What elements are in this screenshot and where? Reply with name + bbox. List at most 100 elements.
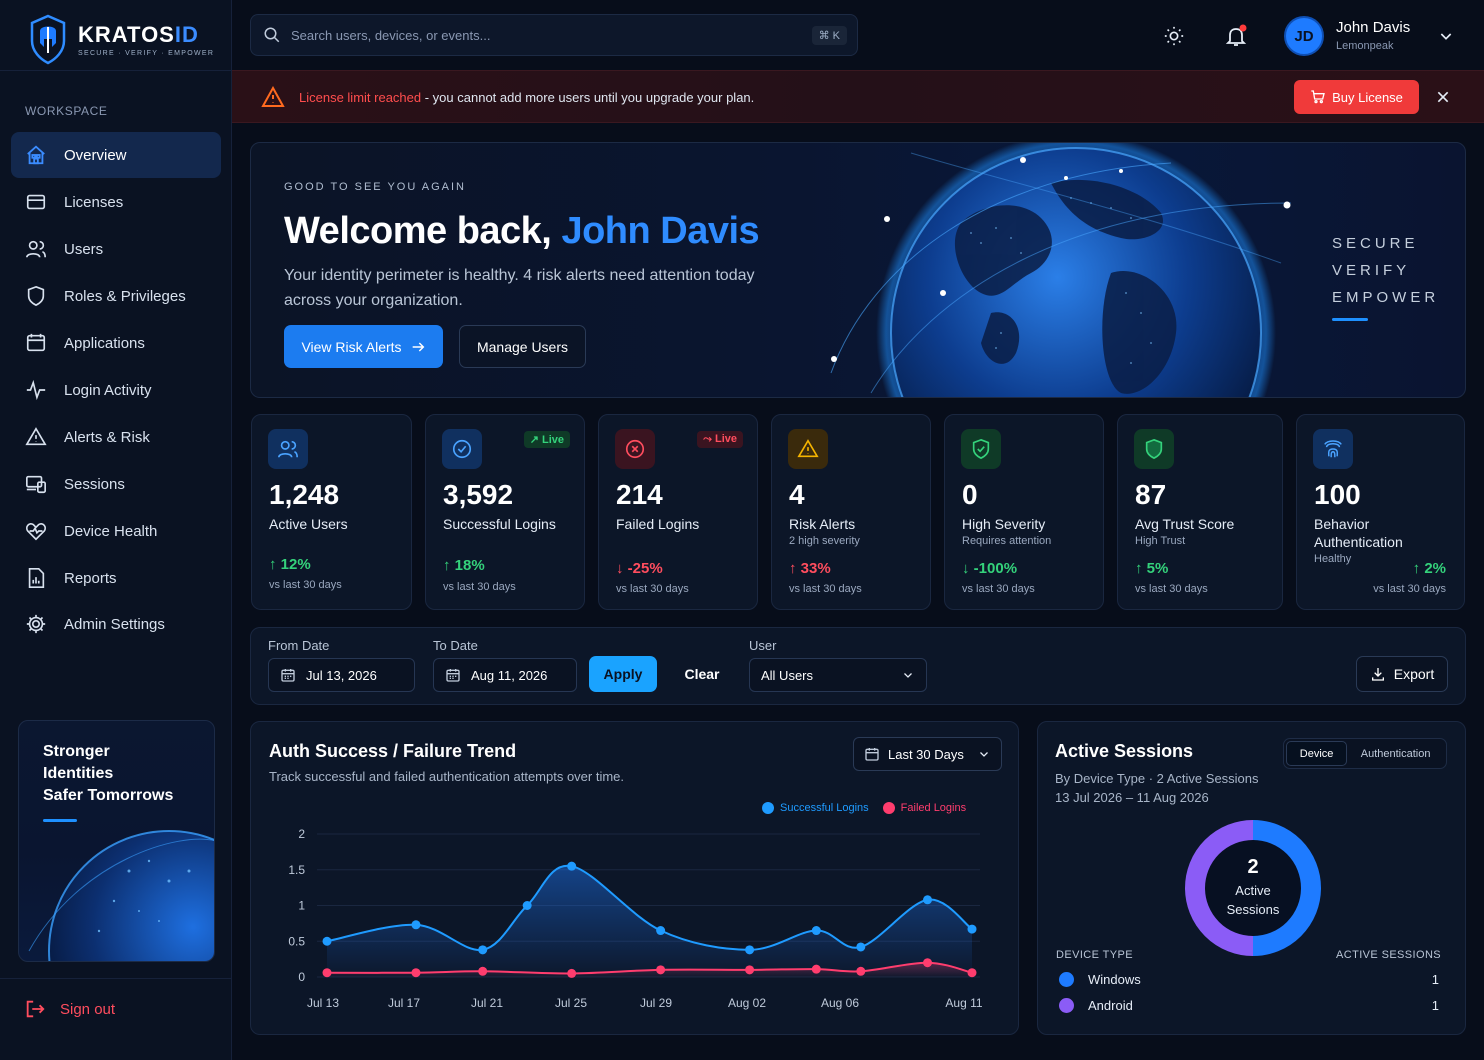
data-point[interactable] (856, 966, 866, 976)
data-point[interactable] (567, 861, 577, 871)
logout-icon (24, 998, 46, 1020)
manage-users-button[interactable]: Manage Users (459, 325, 586, 368)
data-point[interactable] (411, 920, 421, 930)
sidebar-item-label: Alerts & Risk (64, 428, 150, 446)
tab-device[interactable]: Device (1286, 741, 1348, 766)
data-point[interactable] (656, 965, 666, 975)
range-select[interactable]: Last 30 Days (853, 737, 1002, 771)
kpi-card-failed-logins[interactable]: ⤳ Live 214 Failed Logins ↓ -25% vs last … (598, 414, 758, 610)
sidebar-item-licenses[interactable]: Licenses (11, 179, 221, 225)
data-point[interactable] (411, 968, 421, 978)
warning-icon (24, 425, 48, 449)
sidebar-item-device-health[interactable]: Device Health (11, 508, 221, 554)
sidebar-item-reports[interactable]: Reports (11, 555, 221, 601)
table-row[interactable]: Windows 1 (1059, 972, 1439, 987)
to-date-field[interactable]: Aug 11, 2026 (433, 658, 577, 692)
y-tick-label: 1.5 (288, 863, 305, 877)
device-count: 1 (1431, 972, 1439, 987)
search-input[interactable]: Search users, devices, or events... (291, 28, 802, 43)
calendar-icon (280, 667, 296, 683)
brand-name: KRATOSID (78, 21, 199, 47)
sessions-title: Active Sessions (1055, 741, 1194, 761)
kpi-card-active-users[interactable]: 1,248 Active Users ↑ 12% vs last 30 days (251, 414, 412, 610)
legend-failed[interactable]: Failed Logins (882, 802, 966, 814)
sidebar-item-roles[interactable]: Roles & Privileges (11, 273, 221, 319)
sidebar: KRATOSID SECURE · VERIFY · EMPOWER WORKS… (0, 0, 232, 1060)
promo-heading: Stronger Identities Safer Tomorrows (43, 743, 174, 804)
data-point[interactable] (522, 901, 532, 910)
data-point[interactable] (856, 942, 866, 952)
active-sessions-header: ACTIVE SESSIONS (1336, 949, 1442, 961)
tab-authentication[interactable]: Authentication (1347, 741, 1444, 766)
device-label: Android (1088, 998, 1133, 1013)
to-date-label: To Date (433, 638, 478, 653)
y-tick-label: 0 (298, 970, 305, 984)
table-row[interactable]: Android 1 (1059, 998, 1439, 1013)
sidebar-item-overview[interactable]: Overview (11, 132, 221, 178)
data-point[interactable] (567, 968, 577, 978)
data-point[interactable] (811, 926, 821, 936)
sidebar-item-label: Overview (64, 146, 127, 164)
data-point[interactable] (322, 936, 332, 946)
chevron-down-icon (978, 748, 990, 760)
close-banner-button[interactable] (1427, 81, 1459, 113)
data-point[interactable] (478, 945, 488, 955)
data-point[interactable] (923, 895, 933, 905)
sidebar-item-alerts-risk[interactable]: Alerts & Risk (11, 414, 221, 460)
card-icon (24, 190, 48, 214)
legend-successful[interactable]: Successful Logins (762, 802, 869, 814)
buy-license-button[interactable]: Buy License (1294, 80, 1419, 114)
data-point[interactable] (811, 964, 821, 974)
tagline-accent-bar (1332, 318, 1368, 321)
kpi-value: 87 (1135, 479, 1167, 510)
search-bar[interactable]: Search users, devices, or events... ⌘ K (250, 14, 858, 56)
kpi-comparison: vs last 30 days (1373, 583, 1446, 595)
sidebar-item-login-activity[interactable]: Login Activity (11, 367, 221, 413)
download-icon (1370, 666, 1386, 682)
kpi-card-avg-trust-score[interactable]: 87 Avg Trust Score High Trust ↑ 5% vs la… (1117, 414, 1283, 610)
data-point[interactable] (923, 958, 933, 968)
sidebar-item-label: Admin Settings (64, 615, 165, 633)
kpi-card-successful-logins[interactable]: ↗ Live 3,592 Successful Logins ↑ 18% vs … (425, 414, 585, 610)
data-point[interactable] (478, 966, 488, 976)
export-button[interactable]: Export (1356, 656, 1448, 692)
sign-out-button[interactable]: Sign out (24, 998, 115, 1020)
chevron-down-icon (902, 669, 914, 681)
data-point[interactable] (967, 924, 977, 934)
gear-icon (24, 612, 48, 636)
data-point[interactable] (745, 945, 755, 955)
kpi-value: 0 (962, 479, 978, 510)
users-icon (24, 237, 48, 261)
kpi-card-high-severity[interactable]: 0 High Severity Requires attention ↓ -10… (944, 414, 1104, 610)
cart-icon (1310, 89, 1326, 105)
from-date-field[interactable]: Jul 13, 2026 (268, 658, 415, 692)
data-point[interactable] (745, 965, 755, 975)
notifications-button[interactable] (1220, 20, 1252, 52)
data-point[interactable] (322, 968, 332, 978)
kpi-card-behavior-authentication[interactable]: 100 Behavior Authentication Healthy ↑ 2% … (1296, 414, 1465, 610)
sidebar-item-sessions[interactable]: Sessions (11, 461, 221, 507)
apply-button[interactable]: Apply (589, 656, 657, 692)
theme-toggle-button[interactable] (1158, 20, 1190, 52)
avatar[interactable]: JD (1284, 16, 1324, 56)
sidebar-item-admin-settings[interactable]: Admin Settings (11, 601, 221, 647)
data-point[interactable] (967, 968, 977, 978)
bell-icon (1224, 24, 1248, 48)
data-point[interactable] (656, 926, 666, 936)
shield-icon (24, 284, 48, 308)
view-risk-alerts-button[interactable]: View Risk Alerts (284, 325, 443, 368)
search-icon (263, 26, 281, 44)
x-tick-label: Aug 02 (728, 996, 766, 1010)
kpi-delta: ↓ -100% (962, 560, 1018, 577)
sidebar-item-label: Users (64, 240, 104, 258)
user-select[interactable]: All Users (749, 658, 927, 692)
sessions-view-toggle: Device Authentication (1283, 738, 1447, 769)
clear-button[interactable]: Clear (672, 656, 732, 692)
sidebar-item-users[interactable]: Users (11, 226, 221, 272)
brand-logo[interactable]: KRATOSID SECURE · VERIFY · EMPOWER (26, 12, 216, 66)
sidebar-item-applications[interactable]: Applications (11, 320, 221, 366)
kpi-comparison: vs last 30 days (616, 583, 689, 595)
user-menu-toggle[interactable] (1430, 20, 1462, 52)
kpi-card-risk-alerts[interactable]: 4 Risk Alerts 2 high severity ↑ 33% vs l… (771, 414, 931, 610)
windows-swatch (1059, 972, 1074, 987)
